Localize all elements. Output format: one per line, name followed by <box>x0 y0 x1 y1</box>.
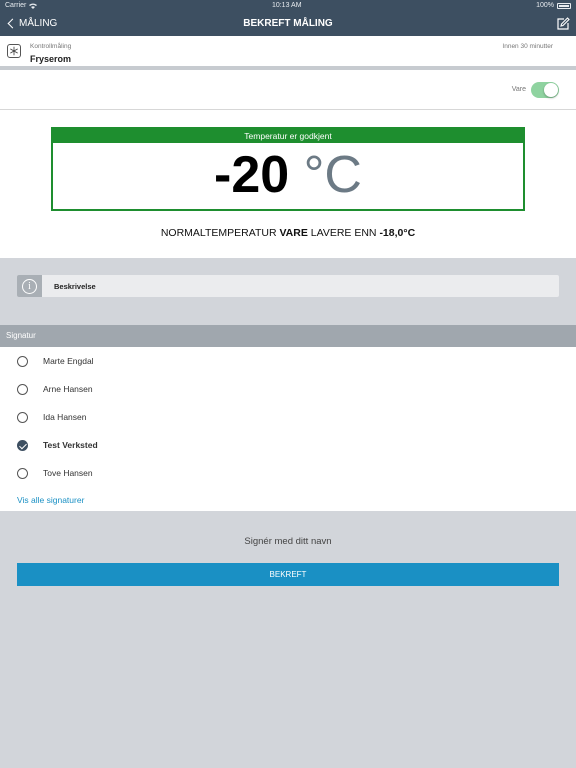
temperature-section: Temperatur er godkjent -20 °C NORMALTEMP… <box>0 110 576 258</box>
measurement-type: Kontrollmåling <box>30 43 72 50</box>
radio-icon <box>17 383 28 395</box>
description-section: i Beskrivelse <box>0 258 576 325</box>
battery-percent: 100% <box>536 2 554 9</box>
radio-icon <box>17 411 28 423</box>
description-label: Beskrivelse <box>54 281 96 291</box>
status-bar: Carrier 10:13 AM 100% <box>0 0 576 11</box>
temperature-unit: °C <box>303 146 362 204</box>
normal-temperature-text: NORMALTEMPERATUR VARE LAVERE ENN -18,0°C <box>0 227 576 239</box>
measurement-header: Kontrollmåling Fryserom Innen 30 minutte… <box>0 36 576 70</box>
show-all-signatures-link[interactable]: Vis alle signaturer <box>17 495 84 505</box>
signature-header: Signatur <box>0 325 576 347</box>
signature-option-arne-hansen[interactable]: Arne Hansen <box>17 382 93 396</box>
temperature-box: Temperatur er godkjent -20 °C <box>51 127 525 211</box>
page-title: BEKREFT MÅLING <box>243 18 333 29</box>
temperature-status: Temperatur er godkjent <box>53 129 523 143</box>
status-left: Carrier <box>5 2 38 9</box>
norm-value: -18,0°C <box>379 227 416 239</box>
signature-option-tove-hansen[interactable]: Tove Hansen <box>17 466 93 480</box>
sign-instruction: Signér med ditt navn <box>244 536 332 547</box>
radio-icon <box>17 467 28 479</box>
info-icon-container: i <box>17 275 42 297</box>
item-toggle[interactable] <box>531 81 559 98</box>
snowflake-icon <box>7 44 21 58</box>
temperature-value: -20 <box>214 146 290 204</box>
signature-name: Arne Hansen <box>43 384 93 394</box>
measurement-location: Fryserom <box>30 54 72 64</box>
signature-name: Test Verksted <box>43 440 98 450</box>
temperature-reading: -20 °C <box>53 143 523 207</box>
norm-item: VARE <box>279 227 308 239</box>
edit-icon[interactable] <box>556 16 570 31</box>
nav-bar: MÅLING BEKREFT MÅLING <box>0 11 576 36</box>
back-label: MÅLING <box>19 18 58 29</box>
back-button[interactable]: MÅLING <box>6 18 57 29</box>
confirm-button[interactable]: BEKREFT <box>17 563 559 586</box>
radio-checked-icon <box>17 439 28 451</box>
norm-middle: LAVERE ENN <box>307 227 380 239</box>
battery-icon <box>557 2 571 9</box>
info-icon: i <box>22 278 37 294</box>
description-field[interactable]: i Beskrivelse <box>17 275 559 297</box>
signature-name: Tove Hansen <box>43 468 93 478</box>
measurement-deadline: Innen 30 minutter <box>502 43 553 50</box>
chevron-left-icon <box>7 18 18 29</box>
status-time: 10:13 AM <box>271 2 302 9</box>
item-toggle-row: Vare <box>0 70 576 110</box>
signature-option-marte-engdal[interactable]: Marte Engdal <box>17 354 94 368</box>
wifi-icon <box>29 3 38 9</box>
signature-option-ida-hansen[interactable]: Ida Hansen <box>17 410 86 424</box>
signature-name: Ida Hansen <box>43 412 87 422</box>
toggle-label: Vare <box>511 86 526 93</box>
carrier-label: Carrier <box>5 2 27 9</box>
radio-icon <box>17 355 28 367</box>
status-right: 100% <box>536 2 571 9</box>
signature-list: Marte Engdal Arne Hansen Ida Hansen Test… <box>0 347 576 511</box>
norm-prefix: NORMALTEMPERATUR <box>160 227 280 239</box>
signature-name: Marte Engdal <box>43 356 94 366</box>
signature-option-test-verksted[interactable]: Test Verksted <box>17 438 98 452</box>
